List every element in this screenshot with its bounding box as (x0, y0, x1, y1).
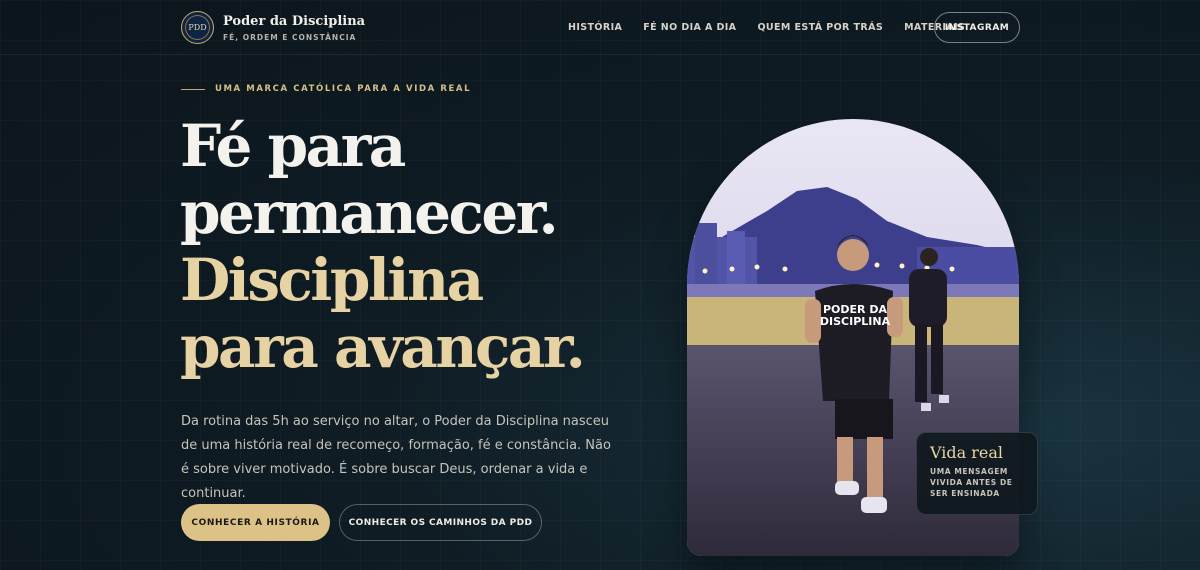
brand[interactable]: PDD Poder da Disciplina FÉ, ORDEM E CONS… (181, 11, 365, 44)
brand-tagline: FÉ, ORDEM E CONSTÂNCIA (223, 32, 357, 42)
instagram-button[interactable]: INSTAGRAM (934, 12, 1020, 43)
brand-logo[interactable]: PDD (181, 11, 214, 44)
eyebrow-divider (181, 88, 205, 90)
site-header: PDD Poder da Disciplina FÉ, ORDEM E CONS… (0, 0, 1200, 55)
nav-link-historia[interactable]: HISTÓRIA (568, 22, 622, 33)
conhecer-historia-button[interactable]: CONHECER A HISTÓRIA (181, 504, 330, 541)
headline-line-4: para avançar. (180, 313, 586, 381)
nav-link-fe-no-dia-a-dia[interactable]: FÉ NO DIA A DIA (643, 22, 736, 33)
card-text-line-3: SER ENSINADA (930, 489, 1000, 498)
conhecer-caminhos-button[interactable]: CONHECER OS CAMINHOS DA PDD (339, 504, 542, 541)
main-nav: HISTÓRIA FÉ NO DIA A DIA QUEM ESTÁ POR T… (568, 22, 986, 33)
headline-line-3: Disciplina (180, 246, 484, 314)
vida-real-card: Vida real UMA MENSAGEM VIVIDA ANTES DE S… (916, 432, 1038, 515)
headline-line-2: permanecer. (180, 179, 559, 247)
shirt-text-line-2: DISCIPLINA (820, 315, 891, 328)
nav-link-quem-esta-por-tras[interactable]: QUEM ESTÁ POR TRÁS (757, 22, 883, 33)
card-text-line-1: UMA MENSAGEM (930, 467, 1008, 476)
card-title: Vida real (930, 443, 1004, 462)
hero-eyebrow: UMA MARCA CATÓLICA PARA A VIDA REAL (181, 84, 471, 94)
card-text: UMA MENSAGEM VIVIDA ANTES DE SER ENSINAD… (930, 466, 1024, 499)
eyebrow-text: UMA MARCA CATÓLICA PARA A VIDA REAL (215, 84, 472, 94)
hero-headline: Fé para permanecer. Disciplina para avan… (180, 112, 586, 381)
brand-name: Poder da Disciplina (223, 13, 366, 29)
card-text-line-2: VIVIDA ANTES DE (930, 478, 1013, 487)
hero-description: Da rotina das 5h ao serviço no altar, o … (181, 414, 611, 501)
headline-line-1: Fé para (180, 112, 406, 180)
